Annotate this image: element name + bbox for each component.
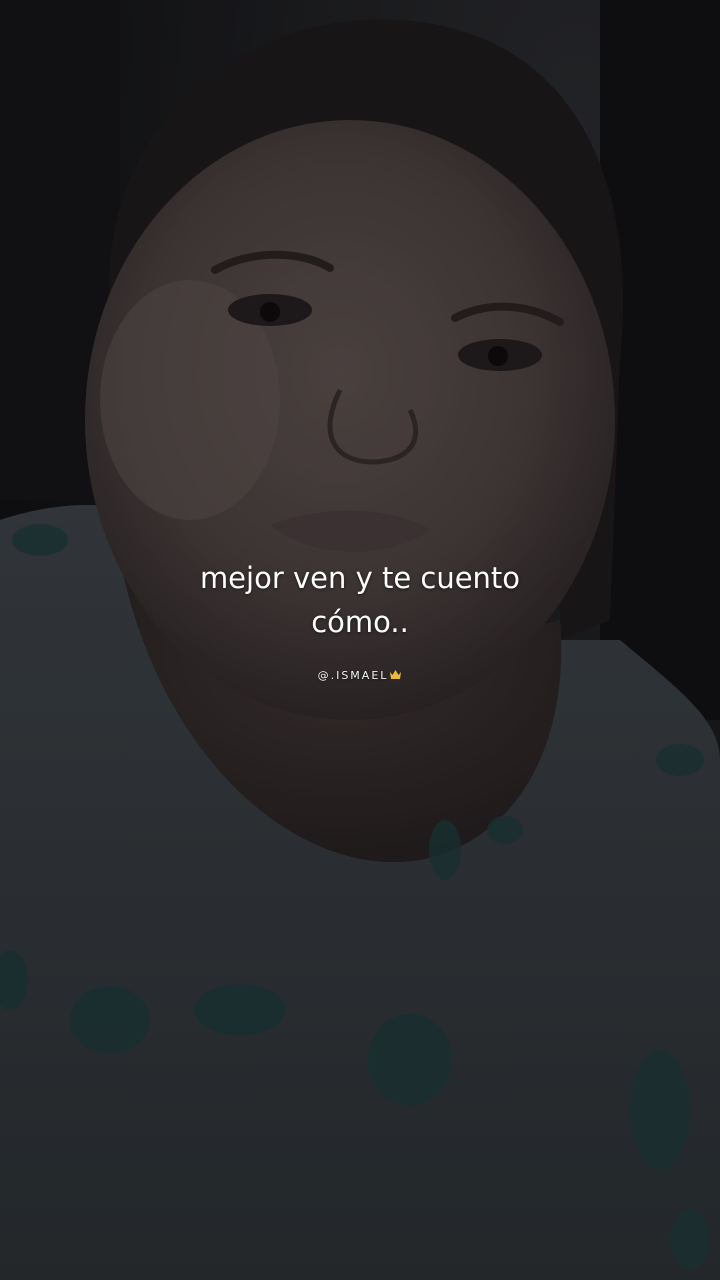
crown-icon <box>389 669 402 683</box>
caption-line-1: mejor ven y te cuento <box>199 561 521 595</box>
caption-line-2: cómo.. <box>311 605 409 639</box>
creator-watermark: @.ISMAEL <box>0 669 720 683</box>
watermark-handle: @.ISMAEL <box>317 669 389 682</box>
video-caption: mejor ven y te cuento cómo.. <box>0 556 720 644</box>
video-frame: mejor ven y te cuento cómo.. @.ISMAEL <box>0 0 720 1280</box>
